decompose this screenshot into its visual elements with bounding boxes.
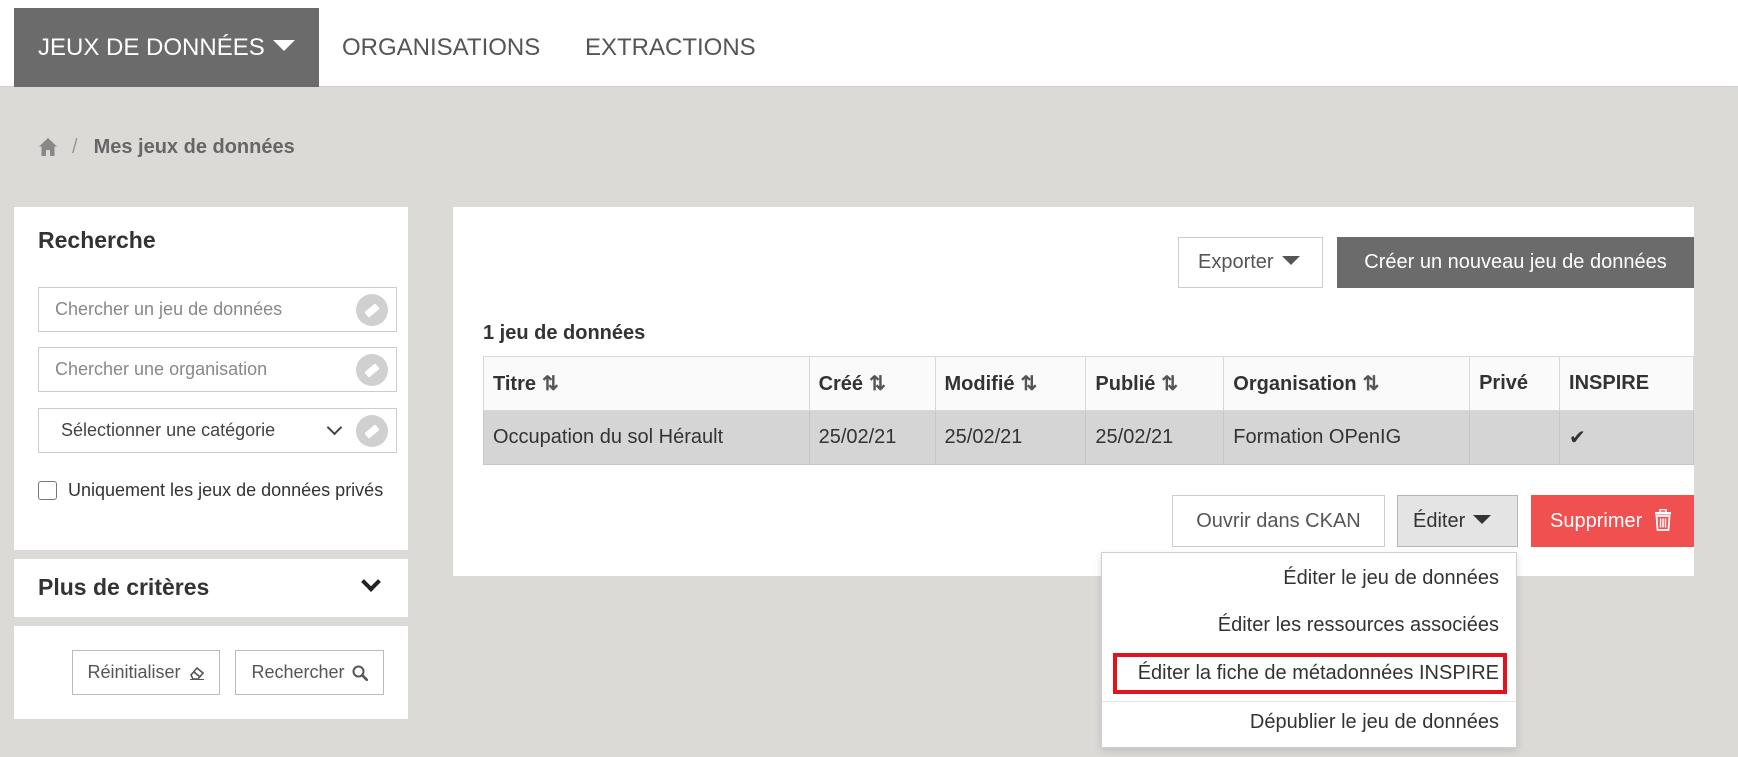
- menu-item-edit-resources[interactable]: Éditer les ressources associées: [1218, 614, 1499, 637]
- sort-icon: ⇅: [1362, 373, 1380, 395]
- search-icon: [352, 665, 368, 682]
- chevron-down-icon: [326, 419, 343, 436]
- eraser-icon[interactable]: [356, 415, 388, 447]
- cell-title: Occupation du sol Hérault: [483, 410, 810, 465]
- eraser-icon[interactable]: [356, 354, 388, 386]
- sort-icon: ⇅: [1161, 373, 1179, 395]
- search-actions-panel: Réinitialiser Rechercher: [14, 626, 408, 719]
- results-panel: Exporter Créer un nouveau jeu de données…: [453, 207, 1694, 576]
- datasets-table: Titre ⇅ Créé ⇅ Modifié ⇅ Publié ⇅ Organisati…: [483, 356, 1694, 465]
- top-navigation: JEUX DE DONNÉES ORGANISATIONS EXTRACTION…: [0, 0, 1738, 87]
- chevron-down-icon: [361, 572, 381, 592]
- reset-label: Réinitialiser: [87, 662, 181, 682]
- breadcrumb: / Mes jeux de données: [38, 132, 295, 162]
- trash-icon: [1654, 508, 1671, 531]
- search-panel-title: Recherche: [38, 227, 156, 253]
- caret-down-icon: [1281, 256, 1300, 266]
- column-header-private: Privé: [1469, 356, 1561, 411]
- reset-button[interactable]: Réinitialiser: [72, 650, 220, 695]
- more-criteria-label: Plus de critères: [38, 574, 210, 600]
- edit-dropdown-button[interactable]: Éditer: [1397, 495, 1518, 547]
- results-count: 1 jeu de données: [483, 322, 646, 344]
- cell-published: 25/02/21: [1085, 410, 1225, 465]
- sort-icon: ⇅: [541, 373, 559, 395]
- eraser-icon[interactable]: [356, 294, 388, 326]
- column-header-created[interactable]: Créé ⇅: [808, 356, 936, 411]
- menu-divider: [1102, 701, 1516, 702]
- sort-icon: ⇅: [869, 373, 886, 395]
- private-only-checkbox[interactable]: [38, 481, 57, 500]
- table-header-row: Titre ⇅ Créé ⇅ Modifié ⇅ Publié ⇅ Organisati…: [483, 356, 1694, 411]
- organisation-search-placeholder: Chercher une organisation: [55, 359, 268, 379]
- export-button[interactable]: Exporter: [1178, 237, 1323, 288]
- column-header-organisation[interactable]: Organisation ⇅: [1223, 356, 1471, 411]
- private-only-filter[interactable]: Uniquement les jeux de données privés: [38, 480, 383, 501]
- breadcrumb-separator: /: [72, 135, 78, 158]
- menu-item-edit-dataset[interactable]: Éditer le jeu de données: [1283, 567, 1499, 590]
- create-dataset-button[interactable]: Créer un nouveau jeu de données: [1337, 237, 1694, 288]
- caret-down-icon: [1473, 515, 1492, 525]
- table-row[interactable]: Occupation du sol Hérault 25/02/21 25/02…: [483, 410, 1694, 465]
- edit-label: Éditer: [1413, 510, 1466, 532]
- delete-label: Supprimer: [1550, 510, 1643, 532]
- column-header-modified[interactable]: Modifié ⇅: [934, 356, 1087, 411]
- open-in-ckan-button[interactable]: Ouvrir dans CKAN: [1172, 495, 1385, 547]
- search-panel: Recherche Chercher un jeu de données Che…: [14, 207, 408, 550]
- column-header-title[interactable]: Titre ⇅: [483, 356, 810, 411]
- breadcrumb-current: Mes jeux de données: [93, 135, 295, 158]
- search-button[interactable]: Rechercher: [235, 650, 384, 695]
- eraser-icon: [189, 667, 204, 681]
- column-header-published[interactable]: Publié ⇅: [1085, 356, 1225, 411]
- dataset-search-placeholder: Chercher un jeu de données: [55, 299, 283, 319]
- category-select[interactable]: Sélectionner une catégorie: [38, 408, 397, 453]
- category-select-value: Sélectionner une catégorie: [61, 420, 276, 440]
- caret-down-icon: [272, 40, 295, 52]
- home-icon[interactable]: [38, 137, 58, 157]
- private-only-label: Uniquement les jeux de données privés: [68, 480, 384, 500]
- column-header-inspire: INSPIRE: [1559, 356, 1694, 411]
- cell-created: 25/02/21: [808, 410, 936, 465]
- menu-item-edit-inspire-metadata[interactable]: Éditer la fiche de métadonnées INSPIRE: [1138, 662, 1499, 685]
- edit-dropdown-menu: Éditer le jeu de données Éditer les ress…: [1101, 552, 1517, 748]
- nav-organisations[interactable]: ORGANISATIONS: [342, 8, 540, 87]
- cell-organisation: Formation OPenIG: [1223, 410, 1471, 465]
- nav-datasets-menu[interactable]: JEUX DE DONNÉES: [14, 8, 319, 87]
- more-criteria-toggle[interactable]: Plus de critères: [14, 559, 408, 617]
- export-label: Exporter: [1198, 251, 1274, 273]
- check-icon: ✔: [1559, 410, 1694, 465]
- sort-icon: ⇅: [1020, 373, 1038, 395]
- cell-modified: 25/02/21: [934, 410, 1087, 465]
- dataset-search-input[interactable]: Chercher un jeu de données: [38, 287, 397, 332]
- nav-datasets-label: JEUX DE DONNÉES: [38, 34, 265, 61]
- delete-button[interactable]: Supprimer: [1531, 495, 1694, 547]
- menu-item-unpublish-dataset[interactable]: Dépublier le jeu de données: [1250, 711, 1499, 734]
- search-label: Rechercher: [251, 662, 345, 682]
- cell-private: [1469, 410, 1561, 465]
- nav-extractions[interactable]: EXTRACTIONS: [585, 8, 756, 87]
- organisation-search-input[interactable]: Chercher une organisation: [38, 347, 397, 392]
